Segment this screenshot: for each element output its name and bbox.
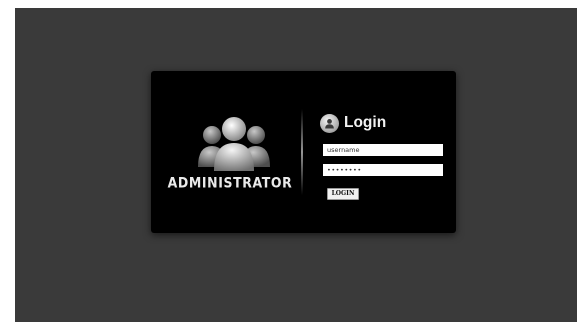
login-header: Login	[320, 112, 386, 134]
divider	[301, 109, 303, 195]
password-input[interactable]	[323, 164, 443, 176]
username-input[interactable]	[323, 144, 443, 156]
login-button[interactable]: LOGIN	[327, 188, 359, 200]
page-background: ADMINISTRATOR Login LOGIN	[15, 8, 577, 322]
admin-label: ADMINISTRATOR	[167, 173, 293, 192]
login-title: Login	[344, 114, 387, 131]
login-card: ADMINISTRATOR Login LOGIN	[151, 71, 456, 233]
user-icon	[320, 113, 339, 133]
